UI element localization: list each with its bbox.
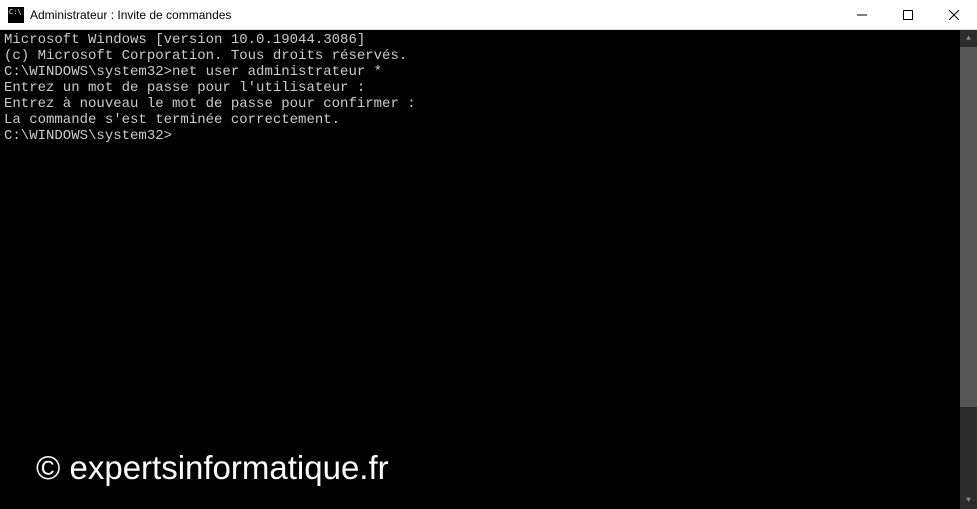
window-title: Administrateur : Invite de commandes bbox=[30, 8, 839, 22]
window-controls bbox=[839, 0, 977, 29]
close-button[interactable] bbox=[931, 0, 977, 29]
vertical-scrollbar[interactable]: ▲ ▼ bbox=[960, 30, 977, 509]
terminal-line: La commande s'est terminée correctement. bbox=[4, 112, 956, 128]
terminal-line: C:\WINDOWS\system32>net user administrat… bbox=[4, 64, 956, 80]
scrollbar-up-arrow[interactable]: ▲ bbox=[960, 30, 977, 47]
terminal-line: Entrez à nouveau le mot de passe pour co… bbox=[4, 96, 956, 112]
cmd-icon bbox=[8, 7, 24, 23]
window-titlebar: Administrateur : Invite de commandes bbox=[0, 0, 977, 30]
terminal-line: Microsoft Windows [version 10.0.19044.30… bbox=[4, 32, 956, 48]
scrollbar-thumb[interactable] bbox=[960, 47, 977, 407]
maximize-icon bbox=[903, 10, 913, 20]
terminal-area: Microsoft Windows [version 10.0.19044.30… bbox=[0, 30, 977, 509]
maximize-button[interactable] bbox=[885, 0, 931, 29]
terminal-line: C:\WINDOWS\system32> bbox=[4, 128, 956, 144]
minimize-button[interactable] bbox=[839, 0, 885, 29]
terminal-line: (c) Microsoft Corporation. Tous droits r… bbox=[4, 48, 956, 64]
minimize-icon bbox=[857, 10, 867, 20]
terminal-content[interactable]: Microsoft Windows [version 10.0.19044.30… bbox=[0, 30, 960, 509]
scrollbar-down-arrow[interactable]: ▼ bbox=[960, 492, 977, 509]
close-icon bbox=[949, 10, 959, 20]
terminal-line: Entrez un mot de passe pour l'utilisateu… bbox=[4, 80, 956, 96]
